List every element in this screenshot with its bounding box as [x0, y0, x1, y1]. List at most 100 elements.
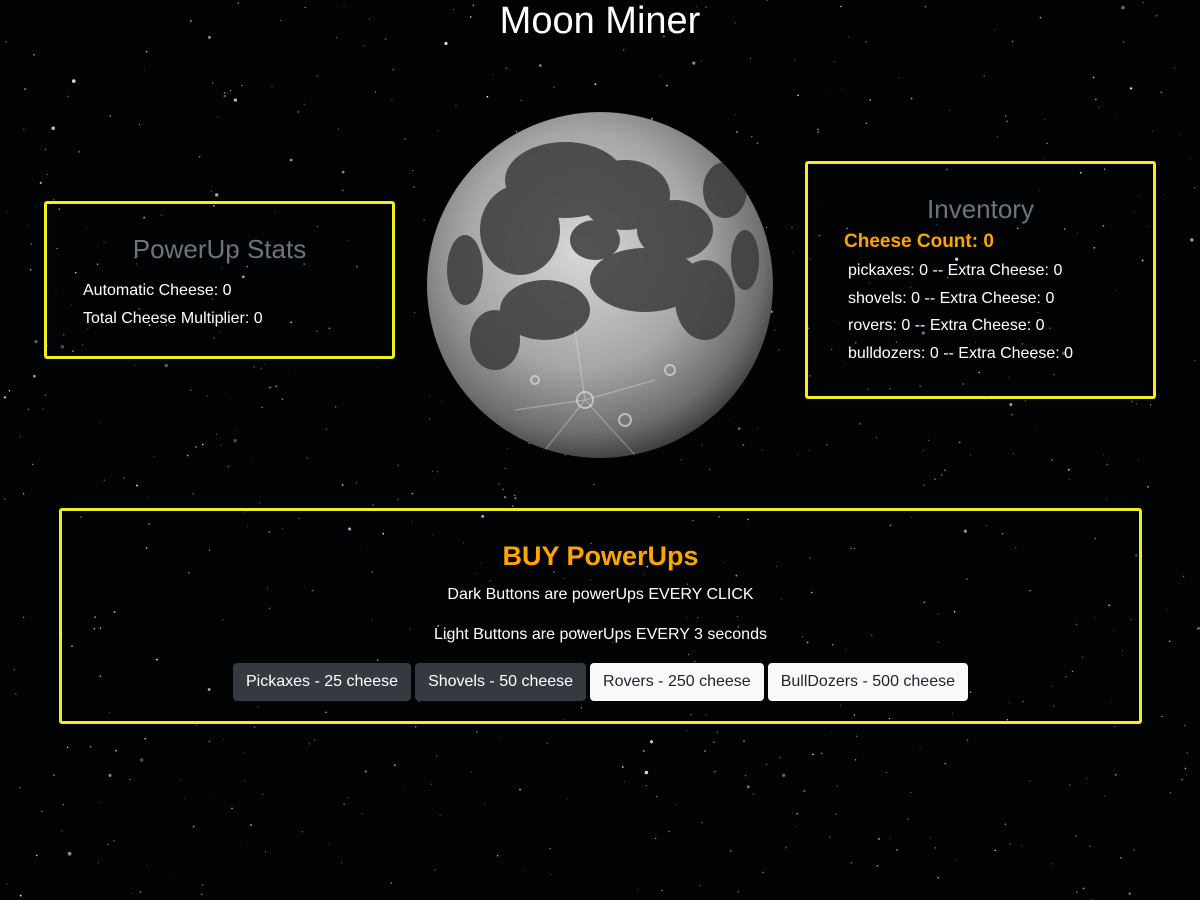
star — [62, 804, 64, 806]
star — [24, 88, 26, 90]
star — [3, 498, 6, 501]
star — [1169, 792, 1171, 794]
star — [233, 98, 238, 102]
star — [22, 493, 25, 495]
star — [885, 771, 887, 774]
star — [341, 170, 345, 174]
inventory-item-extra: 0 — [1053, 262, 1063, 279]
star — [340, 861, 342, 863]
star — [33, 374, 36, 378]
buy-bulldozers-button[interactable]: BullDozers - 500 cheese — [767, 663, 968, 701]
star — [262, 793, 264, 795]
star — [539, 64, 542, 67]
star — [261, 406, 263, 408]
star — [437, 471, 439, 473]
star — [403, 789, 404, 790]
star — [210, 190, 212, 192]
star — [797, 454, 799, 456]
star — [919, 746, 921, 749]
buy-pickaxes-button[interactable]: Pickaxes - 25 cheese — [232, 663, 412, 701]
buy-shovels-button[interactable]: Shovels - 50 cheese — [415, 663, 587, 701]
star — [1131, 400, 1133, 403]
star — [637, 889, 638, 891]
star — [411, 492, 414, 495]
star — [830, 732, 832, 734]
star — [89, 746, 92, 748]
star — [928, 439, 930, 441]
star — [955, 859, 957, 861]
star — [328, 843, 330, 845]
star — [1184, 767, 1187, 770]
star — [275, 385, 278, 388]
star — [216, 434, 217, 435]
star — [146, 865, 147, 867]
star — [709, 469, 711, 471]
star — [1160, 91, 1162, 94]
star — [253, 366, 255, 368]
star — [71, 79, 76, 83]
star — [415, 726, 417, 728]
star — [189, 389, 192, 391]
star — [593, 483, 595, 486]
star — [890, 837, 892, 839]
star — [1051, 459, 1053, 461]
star — [644, 770, 649, 775]
star — [264, 363, 266, 365]
star — [430, 783, 432, 785]
star — [1149, 404, 1152, 406]
star — [1075, 891, 1078, 894]
star — [685, 729, 687, 731]
inventory-item-bulldozers: bulldozers: 0 -- Extra Cheese: 0 — [848, 340, 1153, 368]
star — [645, 785, 647, 787]
moon-icon[interactable] — [425, 110, 775, 460]
inventory-item-extra: 0 — [1064, 344, 1074, 362]
star — [970, 454, 972, 456]
star — [216, 116, 219, 118]
star — [113, 839, 115, 842]
star — [1197, 185, 1199, 187]
star — [393, 764, 396, 767]
star — [223, 94, 226, 98]
star — [1168, 640, 1171, 643]
buy-powerups-heading: BUY PowerUps — [502, 541, 699, 571]
star — [259, 502, 261, 504]
star — [765, 763, 768, 766]
star — [502, 488, 504, 490]
star — [498, 483, 500, 485]
star — [1006, 120, 1008, 122]
star — [621, 766, 624, 768]
star — [337, 128, 340, 130]
star — [944, 469, 946, 471]
star — [1106, 463, 1109, 466]
star — [511, 505, 514, 507]
star — [202, 443, 204, 446]
star — [227, 465, 229, 467]
star — [1098, 106, 1100, 108]
star — [67, 95, 69, 98]
star — [239, 844, 241, 845]
star — [213, 793, 215, 795]
star — [910, 97, 913, 100]
star — [46, 174, 48, 176]
star — [841, 88, 843, 90]
star — [1102, 454, 1104, 456]
star — [3, 396, 7, 399]
star — [244, 779, 246, 782]
automatic-cheese-stat: Automatic Cheese: 0 — [83, 277, 392, 305]
star — [145, 50, 148, 53]
star — [898, 77, 900, 79]
star — [1190, 157, 1192, 159]
cheese-count: Cheese Count: 0 — [808, 229, 1153, 255]
inventory-list: pickaxes: 0 -- Extra Cheese: 0 shovels: … — [808, 257, 1153, 367]
star — [854, 759, 857, 761]
star — [779, 757, 781, 759]
inventory-item-extra: 0 — [1035, 317, 1045, 334]
star — [174, 875, 175, 877]
star — [107, 843, 109, 846]
star — [375, 91, 377, 93]
buy-rovers-button[interactable]: Rovers - 250 cheese — [590, 663, 764, 701]
star — [303, 103, 305, 105]
star — [15, 693, 17, 696]
star — [826, 89, 828, 90]
star — [1185, 774, 1187, 776]
